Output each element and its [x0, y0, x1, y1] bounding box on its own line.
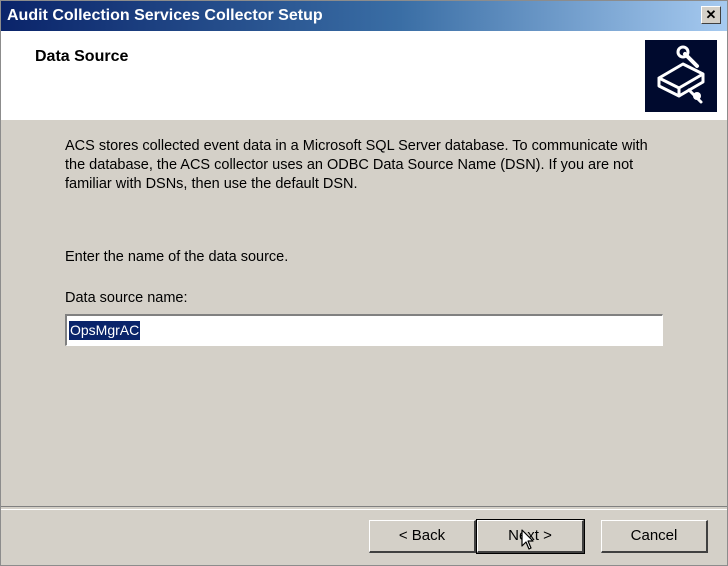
page-title: Data Source: [35, 48, 129, 65]
header-divider: [1, 119, 727, 120]
data-source-prompt: Enter the name of the data source.: [65, 249, 289, 265]
setup-wizard-icon: [645, 40, 717, 112]
title-bar[interactable]: Audit Collection Services Collector Setu…: [1, 1, 727, 31]
description-text: ACS stores collected event data in a Mic…: [65, 138, 648, 192]
mouse-pointer-icon: [521, 529, 534, 550]
close-button[interactable]: ✕: [701, 6, 721, 24]
close-icon: ✕: [705, 7, 717, 22]
back-button[interactable]: < Back: [369, 520, 476, 553]
data-source-name-value: OpsMgrAC: [67, 320, 142, 341]
footer-divider: [1, 506, 727, 510]
cancel-button[interactable]: Cancel: [601, 520, 708, 553]
setup-dialog: Audit Collection Services Collector Setu…: [0, 0, 728, 566]
data-source-name-label: Data source name:: [65, 290, 188, 306]
wizard-header: Data Source: [1, 31, 727, 120]
data-source-name-input[interactable]: OpsMgrAC: [65, 314, 663, 346]
window-title: Audit Collection Services Collector Setu…: [7, 7, 323, 24]
